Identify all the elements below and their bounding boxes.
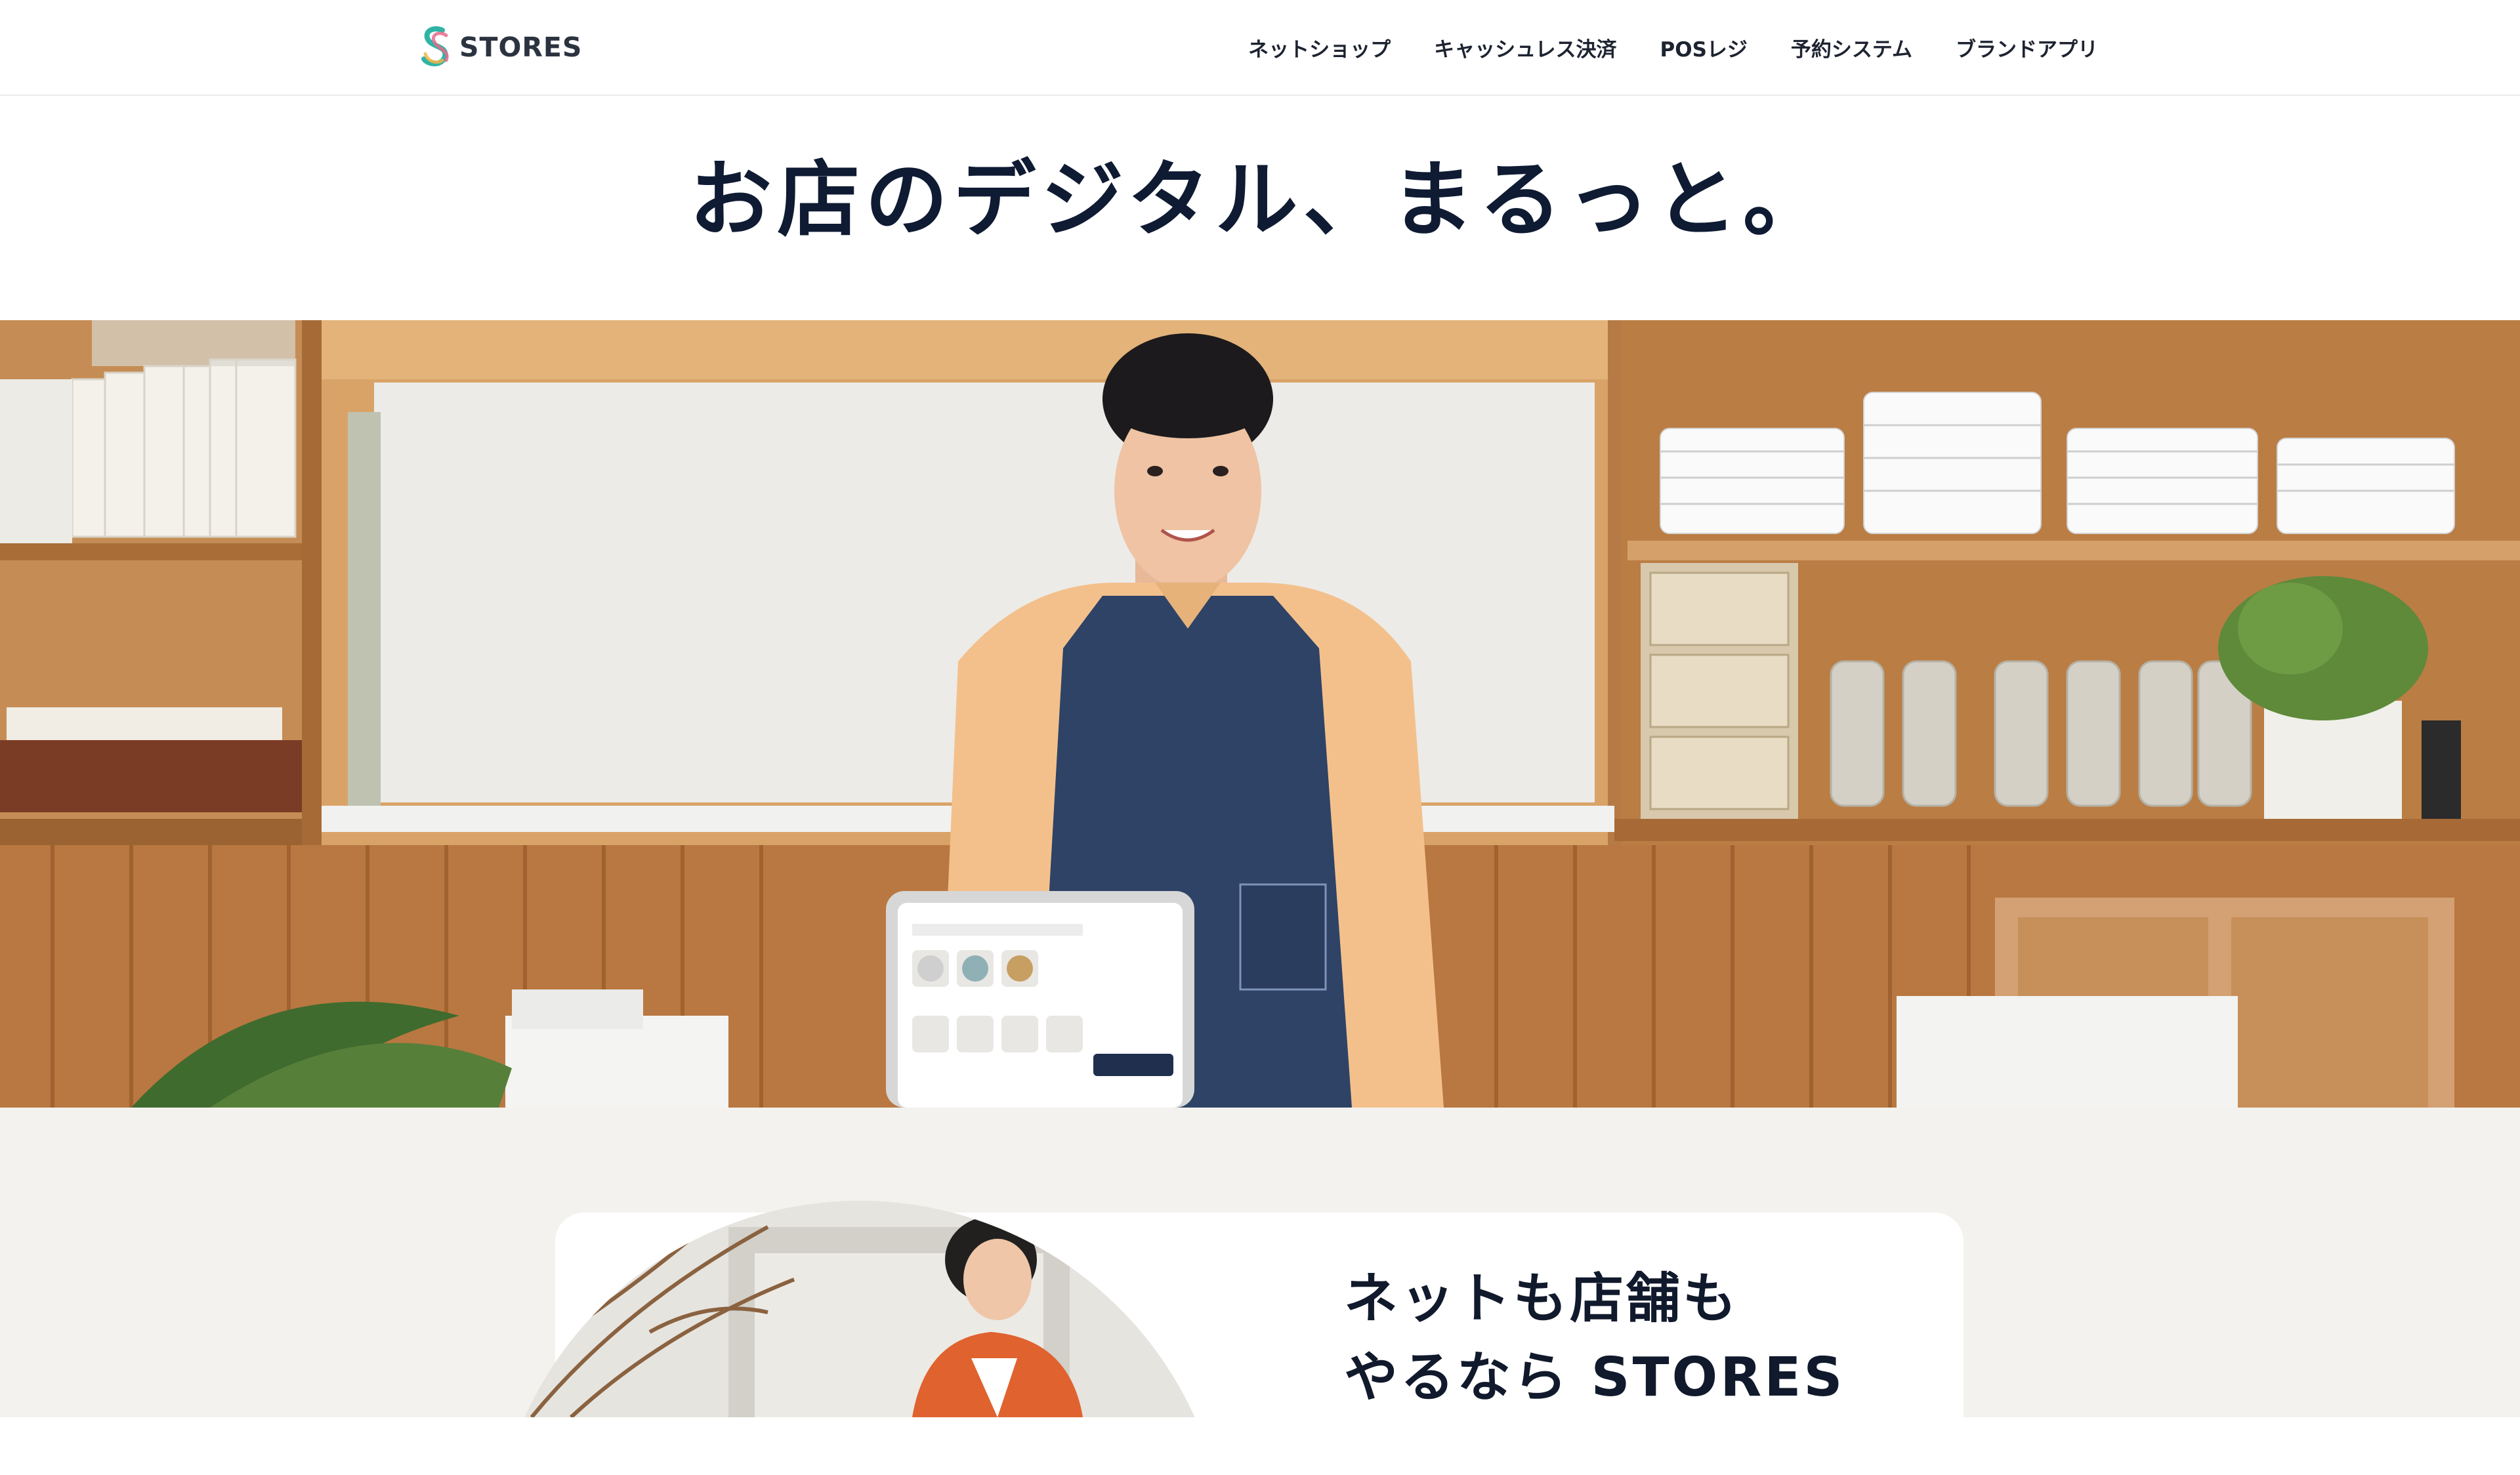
nav-item-pos[interactable]: POSレジ xyxy=(1660,33,1748,62)
feature-heading-line2: やるなら STORES xyxy=(1344,1346,1845,1409)
nav-item-cashless[interactable]: キャッシュレス決済 xyxy=(1434,33,1616,62)
feature-heading: ネットも店舗も やるなら STORES xyxy=(1344,1260,1845,1417)
main-nav: ネットショップ キャッシュレス決済 POSレジ 予約システム ブランドアプリ xyxy=(1248,29,2098,66)
hero-photo xyxy=(0,320,2520,1108)
site-header: STORES ネットショップ キャッシュレス決済 POSレジ 予約システム ブラ… xyxy=(0,0,2520,96)
stores-logo-icon xyxy=(421,26,449,66)
stores-logo[interactable]: STORES xyxy=(419,24,582,71)
hero-title: お店のデジタル、まるっと。 xyxy=(689,152,1831,248)
feature-heading-line1: ネットも店舗も xyxy=(1344,1268,1740,1330)
logo-text: STORES xyxy=(459,31,583,63)
nav-item-net-shop[interactable]: ネットショップ xyxy=(1248,33,1391,62)
feature-card-photo xyxy=(492,1201,1267,1417)
nav-item-brand-app[interactable]: ブランドアプリ xyxy=(1956,33,2098,62)
nav-item-reservation[interactable]: 予約システム xyxy=(1791,33,1912,62)
